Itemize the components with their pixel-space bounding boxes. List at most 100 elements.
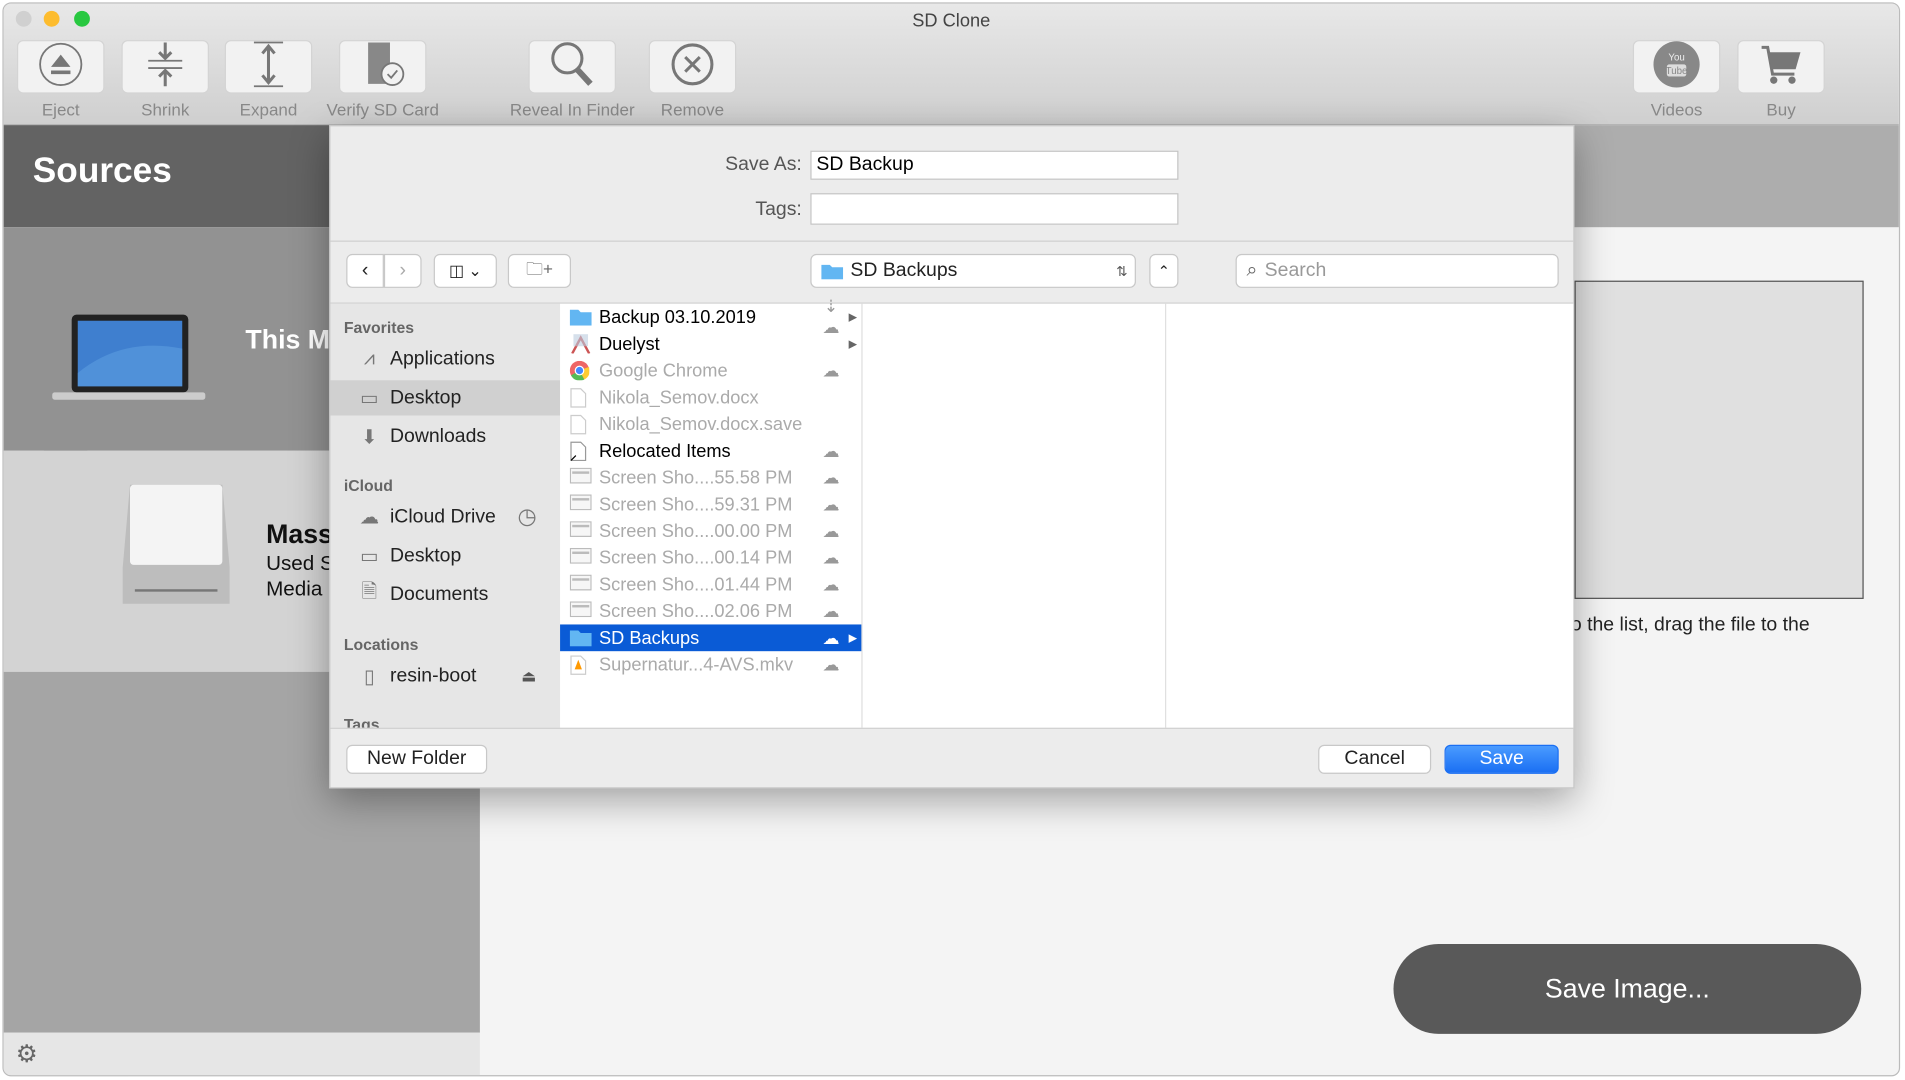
magnifier-icon [548,39,597,94]
chevron-left-icon: ‹ [361,259,369,281]
file-name: Screen Sho....00.00 PM [598,520,793,542]
hint-text: o the list, drag the file to the [1570,614,1810,636]
cloud-icon: ☁ [822,493,840,514]
eject-icon[interactable]: ⏏ [521,666,536,685]
search-icon: ⌕ [1246,259,1258,281]
file-name: Google Chrome [598,360,728,381]
expand-icon [244,39,293,94]
cloud-icon: ☁ [822,440,840,460]
videos-button[interactable]: You Tube [1632,40,1721,94]
file-row[interactable]: Duelyst ▶ [560,330,861,357]
location-label: SD Backups [850,259,958,281]
file-row[interactable]: Screen Sho....01.44 PM ☁ [560,571,861,598]
folder-plus-icon: 🗀+ [525,258,553,279]
remove-button[interactable] [648,39,737,94]
chrome-icon [569,360,592,381]
tags-label: Tags: [755,199,802,220]
disclosure-arrow-icon: ▶ [848,310,858,323]
sidebar-item-resin-boot[interactable]: ▯ resin-boot ⏏ [330,658,560,693]
expand-button[interactable] [224,39,313,94]
toolbar: SD Clone Eject Shrink Expand Verify SD Card… [3,3,1899,126]
remove-icon [668,39,717,94]
file-row[interactable]: Screen Sho....59.31 PM ☁ [560,491,861,518]
reveal-in-finder-button[interactable] [528,39,616,94]
sidebar-item-desktop[interactable]: ▭ Desktop [330,380,561,416]
tags-input[interactable] [810,193,1179,225]
search-placeholder: Search [1264,259,1327,281]
file-row[interactable]: Nikola_Semov.docx [560,384,861,411]
eject-button[interactable] [17,40,105,94]
cloud-icon: ☁ [822,520,840,541]
file-name: Relocated Items [598,440,731,462]
file-row[interactable]: Screen Sho....55.58 PM ☁ [560,464,861,491]
back-button[interactable]: ‹ [346,253,384,288]
file-name: Nikola_Semov.docx [598,386,759,408]
sidebar-label: Desktop [389,544,462,566]
sidebar-item-icloud-desktop[interactable]: ▭ Desktop [330,538,560,573]
file-row[interactable]: Google Chrome ☁ [560,357,861,384]
cloud-icon: ☁ [822,547,840,567]
shrink-icon [141,39,190,94]
cancel-button[interactable]: Cancel [1318,744,1432,774]
save-dialog: Save As: Tags: ‹ › ◫ ⌄ 🗀+ SD Backups ⇅ ⌃… [329,125,1575,789]
folder-icon [821,264,844,280]
cloud-icon: ☁ [822,467,840,487]
file-name: Backup 03.10.2019 [598,306,757,328]
app-icon [570,334,592,355]
file-row[interactable]: Backup 03.10.2019 ⇣☁ ▶ [560,296,861,337]
divider [330,727,1574,729]
file-row[interactable]: Screen Sho....00.14 PM ☁ [560,544,861,571]
file-column-1: Backup 03.10.2019 ⇣☁ ▶ Duelyst ▶ Google Chrom… [560,296,863,728]
new-folder-icon-button[interactable]: 🗀+ [507,253,572,288]
folder-icon [569,628,592,647]
verify-sd-card-button[interactable] [338,39,427,94]
sidebar-label: Applications [389,348,495,369]
doc-icon [570,388,592,408]
cloud-icon: ☁ [822,600,840,621]
file-name: Screen Sho....00.14 PM [598,547,793,568]
file-row[interactable]: SD Backups ☁ ▶ [560,624,862,652]
sidebar-item-downloads[interactable]: ⬇ Downloads [330,419,560,454]
new-folder-button[interactable]: New Folder [346,744,488,774]
shrink-button[interactable] [121,39,209,94]
sidebar-item-documents[interactable]: 🗎 Documents [330,577,560,612]
file-row[interactable]: Nikola_Semov.docx.save [560,411,861,438]
save-image-button[interactable]: Save Image... [1393,943,1862,1034]
file-name: Screen Sho....02.06 PM [598,600,793,622]
search-field[interactable]: ⌕ Search [1235,253,1559,288]
laptop-icon [52,314,206,400]
file-row[interactable]: Screen Sho....02.06 PM ☁ [560,598,861,625]
drive-icon: ▯ [363,666,375,688]
progress-ring-icon: ◷ [517,504,537,529]
save-button[interactable]: Save [1444,744,1559,774]
downloads-icon: ⬇ [361,427,378,448]
image-icon [569,574,592,594]
toolbar-label: Remove [660,99,725,120]
sidebar-label: Documents [389,583,489,605]
location-popup[interactable]: SD Backups ⇅ [810,253,1136,288]
desktop-icon: ▭ [360,546,379,567]
file-row[interactable]: Supernatur...4-AVS.mkv ☁ [560,651,861,678]
cloud-icon: ☁ [822,627,840,647]
forward-button[interactable]: › [383,253,422,288]
sidebar-label: Downloads [389,425,487,447]
sidebar-label: resin-boot [389,665,477,686]
view-mode-button[interactable]: ◫ ⌄ [433,253,497,288]
file-row[interactable]: Screen Sho....00.00 PM ☁ [560,518,861,545]
buy-button[interactable] [1737,40,1825,94]
verify-sd-icon [358,39,407,94]
chevron-right-icon: › [399,259,406,281]
drop-area[interactable] [1574,280,1864,599]
sidebar-item-icloud-drive[interactable]: ☁ iCloud Drive ◷ [330,499,560,534]
file-row[interactable]: Relocated Items ☁ [560,437,861,464]
image-icon [569,547,592,567]
sidebar-item-applications[interactable]: ⩘ Applications [330,341,560,376]
source-name: This M [245,324,331,355]
collapse-button[interactable]: ⌃ [1149,253,1179,288]
dialog-sidebar: Favorites ⩘ Applications ▭ Desktop ⬇ Downlo… [330,303,561,728]
save-as-input[interactable] [810,150,1179,180]
sources-bottom-bar: ⚙ [3,1032,480,1076]
toolbar-label: Reveal In Finder [509,99,635,120]
source-name: Mass [266,518,333,550]
gear-icon[interactable]: ⚙ [16,1039,38,1069]
